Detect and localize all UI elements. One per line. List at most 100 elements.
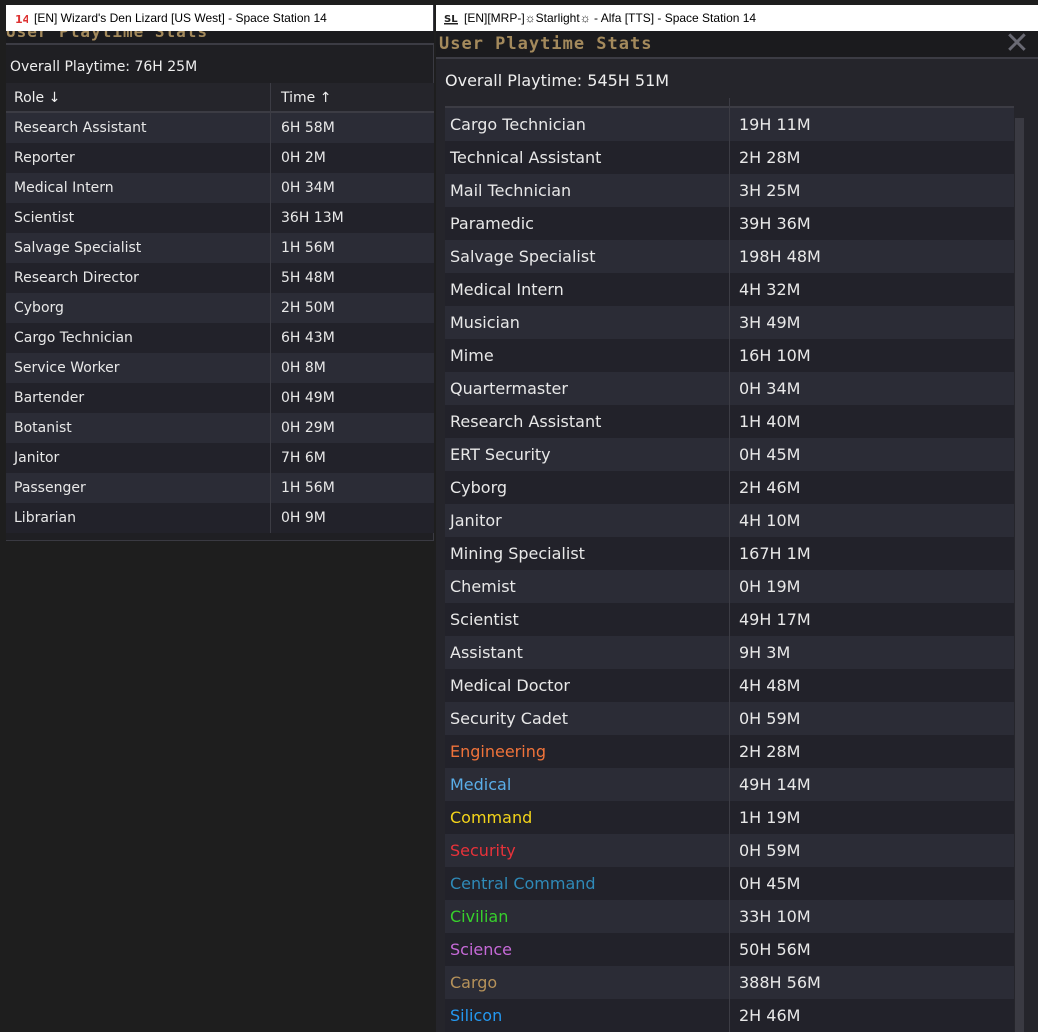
role-cell: Musician (445, 306, 730, 339)
time-cell: 0H 49M (281, 390, 335, 406)
role-cell: Research Director (6, 263, 271, 293)
role-cell: Janitor (6, 443, 271, 473)
time-cell: 3H 49M (739, 313, 801, 332)
table-row: Salvage Specialist 198H 48M (445, 240, 1014, 273)
role-cell: Medical Doctor (445, 669, 730, 702)
table-row: Cargo 388H 56M (445, 966, 1014, 999)
table-row: Botanist 0H 29M (6, 413, 434, 443)
table-row: Medical Intern 0H 34M (6, 173, 434, 203)
right-window-title: [EN][MRP-]☼Starlight☼ - Alfa [TTS] - Spa… (464, 11, 757, 25)
role-cell: Botanist (6, 413, 271, 443)
role-cell: Medical Intern (445, 273, 730, 306)
role-cell: Salvage Specialist (445, 240, 730, 273)
right-column-role[interactable] (445, 98, 730, 106)
left-column-time[interactable]: Time ↑ (271, 83, 434, 111)
table-row: Paramedic 39H 36M (445, 207, 1014, 240)
svg-text:14: 14 (15, 13, 28, 25)
table-row: ERT Security 0H 45M (445, 438, 1014, 471)
right-scrollbar[interactable] (1015, 118, 1024, 1032)
role-cell: Command (445, 801, 730, 834)
table-row: Service Worker 0H 8M (6, 353, 434, 383)
table-row: Quartermaster 0H 34M (445, 372, 1014, 405)
table-row: Passenger 1H 56M (6, 473, 434, 503)
time-cell: 2H 46M (739, 478, 801, 497)
right-playtime-window: SL [EN][MRP-]☼Starlight☼ - Alfa [TTS] - … (436, 5, 1038, 1032)
role-cell: Science (445, 933, 730, 966)
time-cell: 1H 40M (739, 412, 801, 431)
table-row: Engineering 2H 28M (445, 735, 1014, 768)
role-cell: Reporter (6, 143, 271, 173)
table-row: Janitor 7H 6M (6, 443, 434, 473)
time-cell: 198H 48M (739, 247, 821, 266)
time-cell: 0H 9M (281, 510, 326, 526)
ss14-icon: 14 (14, 11, 28, 25)
time-cell: 16H 10M (739, 346, 811, 365)
table-row: Technical Assistant 2H 28M (445, 141, 1014, 174)
role-cell: Janitor (445, 504, 730, 537)
role-cell: Service Worker (6, 353, 271, 383)
time-cell: 50H 56M (739, 940, 811, 959)
table-row: Cargo Technician 19H 11M (445, 108, 1014, 141)
table-row: Research Director 5H 48M (6, 263, 434, 293)
time-cell: 167H 1M (739, 544, 811, 563)
role-cell: Cargo Technician (445, 108, 730, 141)
table-row: Mining Specialist 167H 1M (445, 537, 1014, 570)
right-column-time[interactable] (730, 98, 1014, 106)
time-cell: 1H 56M (281, 480, 335, 496)
role-cell: Cargo (445, 966, 730, 999)
role-cell: Scientist (445, 603, 730, 636)
role-cell: Engineering (445, 735, 730, 768)
table-row: Salvage Specialist 1H 56M (6, 233, 434, 263)
table-row: Mime 16H 10M (445, 339, 1014, 372)
time-cell: 3H 25M (739, 181, 801, 200)
left-header-title: User Playtime Stats (6, 31, 209, 41)
table-row: Central Command 0H 45M (445, 867, 1014, 900)
right-header-divider (436, 57, 1038, 59)
role-cell: Security Cadet (445, 702, 730, 735)
role-cell: Cyborg (445, 471, 730, 504)
time-cell: 2H 50M (281, 300, 335, 316)
role-cell: Mail Technician (445, 174, 730, 207)
time-cell: 36H 13M (281, 210, 344, 226)
left-column-role[interactable]: Role ↓ (6, 83, 271, 111)
time-cell: 6H 43M (281, 330, 335, 346)
role-cell: Civilian (445, 900, 730, 933)
role-cell: Cargo Technician (6, 323, 271, 353)
table-row: Cargo Technician 6H 43M (6, 323, 434, 353)
role-cell: Research Assistant (445, 405, 730, 438)
table-row: Scientist 36H 13M (6, 203, 434, 233)
left-window-title: [EN] Wizard's Den Lizard [US West] - Spa… (34, 11, 327, 25)
time-cell: 19H 11M (739, 115, 811, 134)
time-cell: 2H 28M (739, 148, 801, 167)
time-cell: 388H 56M (739, 973, 821, 992)
time-cell: 39H 36M (739, 214, 811, 233)
role-cell: Quartermaster (445, 372, 730, 405)
time-cell: 6H 58M (281, 120, 335, 136)
table-row: Medical 49H 14M (445, 768, 1014, 801)
time-cell: 1H 19M (739, 808, 801, 827)
time-cell: 5H 48M (281, 270, 335, 286)
close-icon[interactable]: ✕ (1004, 29, 1030, 59)
right-window-titlebar[interactable]: SL [EN][MRP-]☼Starlight☼ - Alfa [TTS] - … (436, 5, 1038, 31)
right-scrollbar-thumb[interactable] (1015, 118, 1024, 1032)
right-header-title: User Playtime Stats (439, 34, 653, 54)
table-row: Research Assistant 6H 58M (6, 113, 434, 143)
table-row: Security Cadet 0H 59M (445, 702, 1014, 735)
left-playtime-table: Role ↓ Time ↑ Research Assistant 6H 58M Re… (6, 83, 434, 533)
right-header-bar: User Playtime Stats (436, 31, 1038, 57)
table-row: Chemist 0H 19M (445, 570, 1014, 603)
time-cell: 0H 34M (739, 379, 801, 398)
left-table-header: Role ↓ Time ↑ (6, 83, 434, 113)
time-cell: 0H 59M (739, 709, 801, 728)
time-cell: 7H 6M (281, 450, 326, 466)
left-window-titlebar[interactable]: 14 [EN] Wizard's Den Lizard [US West] - … (6, 5, 433, 31)
table-row: Librarian 0H 9M (6, 503, 434, 533)
role-cell: Paramedic (445, 207, 730, 240)
table-row: Cyborg 2H 50M (6, 293, 434, 323)
table-row: Science 50H 56M (445, 933, 1014, 966)
role-cell: Technical Assistant (445, 141, 730, 174)
right-overall-playtime: Overall Playtime: 545H 51M (445, 71, 670, 90)
right-table-header (445, 98, 1014, 108)
role-cell: Librarian (6, 503, 271, 533)
time-cell: 2H 46M (739, 1006, 801, 1025)
